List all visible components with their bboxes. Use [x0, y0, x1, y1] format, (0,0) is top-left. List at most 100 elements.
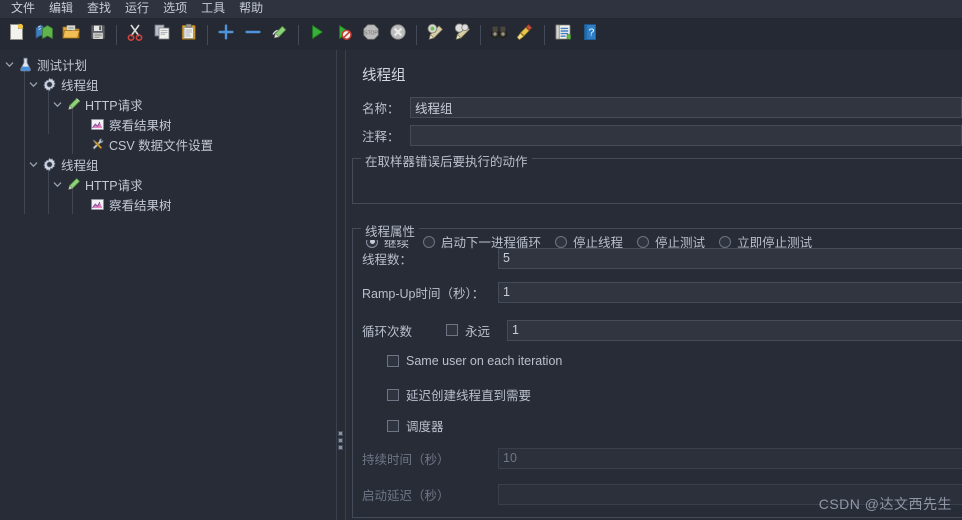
delay-create-row[interactable]: 延迟创建线程直到需要 [387, 385, 531, 404]
paste-button[interactable] [176, 22, 202, 48]
delay-create-label: 延迟创建线程直到需要 [406, 389, 532, 403]
error-action-legend: 在取样器错误后要执行的动作 [361, 151, 532, 170]
forever-checkbox[interactable] [446, 324, 458, 336]
clear-icon [425, 22, 445, 47]
templates-button[interactable] [31, 22, 57, 48]
toggle-button[interactable] [267, 22, 293, 48]
reset-search-button[interactable] [513, 22, 539, 48]
same-user-row[interactable]: Same user on each iteration [387, 354, 562, 368]
comment-input[interactable] [409, 124, 962, 146]
delay-create-checkbox[interactable] [387, 388, 399, 401]
help-button[interactable]: ? [577, 22, 603, 48]
save-button[interactable] [85, 22, 111, 48]
collapse-all-icon [243, 22, 263, 47]
tree-node-label: 测试计划 [37, 58, 88, 73]
menu-bar: 文件 编辑 查找 运行 选项 工具 帮助 [0, 0, 962, 19]
save-icon [88, 22, 108, 47]
reset-search-icon [516, 22, 536, 47]
splitter-grip[interactable] [338, 431, 343, 450]
test-plan-tree: 测试计划 线程组 HTTP请求 察看结果树 CSV 数据文件设置 线程组 HTT… [0, 50, 336, 214]
start-button[interactable] [304, 22, 330, 48]
open-icon [61, 22, 81, 47]
same-user-checkbox[interactable] [387, 355, 399, 367]
chevron-down-icon[interactable] [50, 94, 64, 114]
toolbar-separator-5 [480, 24, 481, 45]
stop-button[interactable]: STOP [358, 22, 384, 48]
gear-icon [40, 155, 58, 173]
toolbar-separator-4 [416, 24, 417, 45]
tools-icon [88, 135, 106, 153]
menu-file[interactable]: 文件 [4, 0, 42, 18]
menu-edit[interactable]: 编辑 [42, 0, 80, 18]
duration-label: 持续时间（秒） [362, 452, 450, 467]
loops-input[interactable] [507, 319, 962, 341]
copy-button[interactable] [149, 22, 175, 48]
tree-node-http-request[interactable]: HTTP请求 [0, 94, 336, 114]
cut-icon [125, 22, 145, 47]
tree-node-label: CSV 数据文件设置 [109, 138, 214, 153]
expand-all-icon [216, 22, 236, 47]
tree-node-test-plan[interactable]: 测试计划 [0, 54, 336, 74]
toolbar-separator-1 [116, 24, 117, 45]
pencil-icon [64, 95, 82, 113]
name-input[interactable] [409, 96, 962, 118]
pane-splitter[interactable] [336, 50, 346, 520]
function-helper-button[interactable] [550, 22, 576, 48]
shutdown-button[interactable] [385, 22, 411, 48]
duration-field-row: 持续时间（秒） [362, 447, 962, 469]
clear-all-button[interactable] [449, 22, 475, 48]
duration-input[interactable] [498, 447, 962, 469]
tree-node-label: HTTP请求 [85, 98, 143, 113]
collapse-all-button[interactable] [240, 22, 266, 48]
tree-node-thread-group-2[interactable]: 线程组 [0, 154, 336, 174]
rampup-label: Ramp-Up时间（秒）： [362, 286, 485, 301]
loops-label: 循环次数 [362, 324, 413, 339]
shutdown-icon [388, 22, 408, 47]
page-title: 线程组 [362, 68, 406, 84]
help-icon: ? [580, 22, 600, 47]
svg-text:STOP: STOP [364, 30, 378, 36]
menu-help[interactable]: 帮助 [232, 0, 270, 18]
menu-run[interactable]: 运行 [118, 0, 156, 18]
scheduler-row[interactable]: 调度器 [387, 416, 444, 435]
rampup-input[interactable] [498, 281, 962, 303]
chevron-down-icon[interactable] [2, 54, 16, 74]
menu-options[interactable]: 选项 [156, 0, 194, 18]
cut-button[interactable] [122, 22, 148, 48]
new-icon [7, 22, 27, 47]
toolbar-separator-2 [207, 24, 208, 45]
search-button[interactable] [486, 22, 512, 48]
templates-icon [34, 22, 54, 47]
menu-search[interactable]: 查找 [80, 0, 118, 18]
tree-node-thread-group[interactable]: 线程组 [0, 74, 336, 94]
scheduler-checkbox[interactable] [387, 419, 399, 432]
start-no-pause-icon [334, 22, 354, 47]
jmeter-window: 文件 编辑 查找 运行 选项 工具 帮助 STOP ? 测试计划 线程组 HTT… [0, 0, 962, 520]
start-no-pause-button[interactable] [331, 22, 357, 48]
tree-node-csv-config[interactable]: CSV 数据文件设置 [0, 134, 336, 154]
clear-button[interactable] [422, 22, 448, 48]
stop-icon: STOP [361, 22, 381, 47]
test-plan-tree-pane[interactable]: 测试计划 线程组 HTTP请求 察看结果树 CSV 数据文件设置 线程组 HTT… [0, 50, 336, 520]
chevron-down-icon[interactable] [26, 154, 40, 174]
tree-node-http-request-2[interactable]: HTTP请求 [0, 174, 336, 194]
flask-icon [16, 55, 34, 73]
threads-field-row: 线程数： [362, 247, 962, 269]
threads-input[interactable] [498, 247, 962, 269]
error-action-group: 在取样器错误后要执行的动作 [352, 151, 962, 204]
chevron-down-icon[interactable] [26, 74, 40, 94]
clear-all-icon [452, 22, 472, 47]
tree-node-view-results[interactable]: 察看结果树 [0, 114, 336, 134]
new-button[interactable] [4, 22, 30, 48]
search-icon [489, 22, 509, 47]
comment-label: 注释： [362, 129, 400, 144]
tree-node-view-results-2[interactable]: 察看结果树 [0, 194, 336, 214]
menu-tools[interactable]: 工具 [194, 0, 232, 18]
chevron-down-icon[interactable] [50, 174, 64, 194]
same-user-label: Same user on each iteration [406, 354, 563, 368]
expand-all-button[interactable] [213, 22, 239, 48]
open-button[interactable] [58, 22, 84, 48]
svg-text:?: ? [588, 27, 594, 39]
copy-icon [152, 22, 172, 47]
chart-icon [88, 115, 106, 133]
